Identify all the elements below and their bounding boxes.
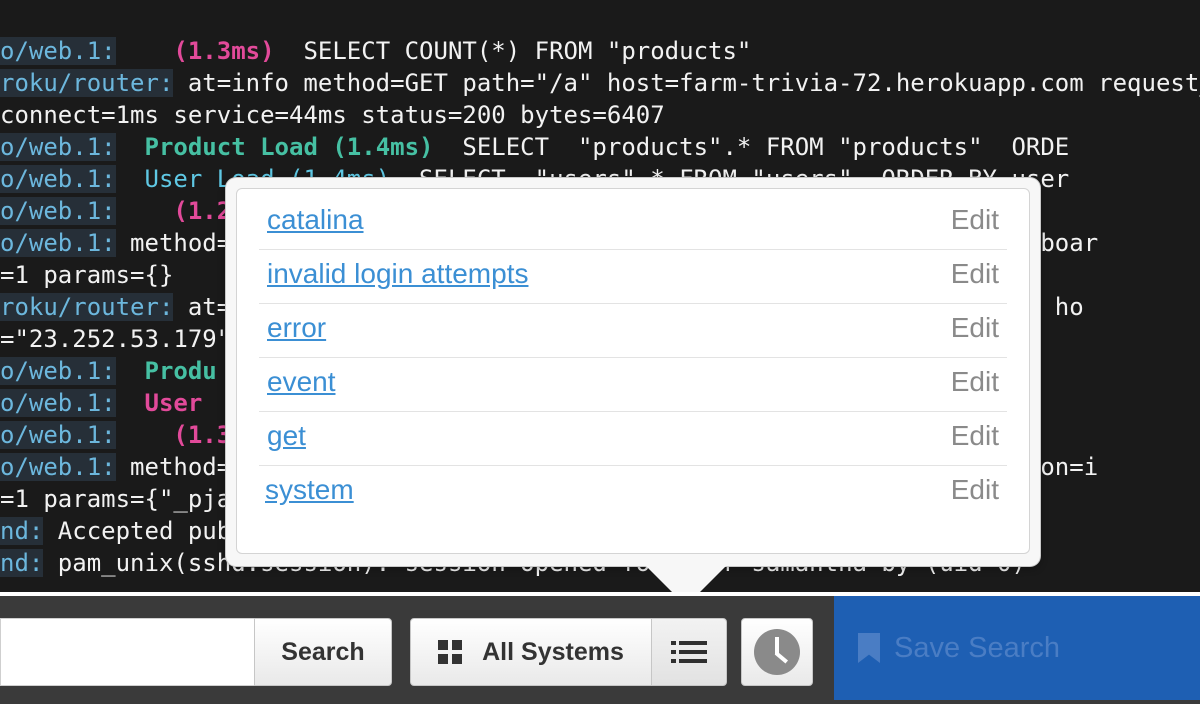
- log-source: o/web.1:: [0, 357, 116, 385]
- saved-search-link[interactable]: invalid login attempts: [267, 258, 528, 290]
- log-source: o/web.1:: [0, 37, 116, 65]
- log-text: =1 params={"_pja: [0, 485, 232, 513]
- log-line: nd: Accepted pub: [0, 515, 231, 547]
- saved-searches-popover: catalina Edit invalid login attempts Edi…: [226, 178, 1040, 566]
- log-text: connect=1ms service=44ms status=200 byte…: [0, 101, 665, 129]
- edit-link[interactable]: Edit: [951, 420, 999, 452]
- saved-search-link[interactable]: system: [265, 474, 354, 506]
- saved-search-row: event Edit: [259, 357, 1007, 412]
- log-line: o/web.1: (1.3: [0, 419, 231, 451]
- saved-search-row: get Edit: [259, 411, 1007, 466]
- log-source: o/web.1:: [0, 133, 116, 161]
- log-text: User: [144, 389, 203, 417]
- log-text: at=info method=GET path="/a" host=farm-t…: [173, 69, 1200, 97]
- log-text: (1.2: [173, 197, 232, 225]
- search-button[interactable]: Search: [254, 618, 392, 686]
- save-search-label: Save Search: [894, 631, 1061, 664]
- saved-search-link[interactable]: get: [267, 420, 306, 452]
- clock-icon: [754, 629, 800, 675]
- log-source: o/web.1:: [0, 165, 116, 193]
- log-text: (1.3ms): [173, 37, 275, 65]
- log-text: (1.3: [173, 421, 232, 449]
- search-button-label: Search: [281, 637, 365, 666]
- log-line: o/web.1: (1.2: [0, 195, 231, 227]
- saved-search-row: catalina Edit: [259, 195, 1007, 250]
- log-line: o/web.1: Product Load (1.4ms) SELECT "pr…: [0, 131, 1069, 163]
- edit-link[interactable]: Edit: [951, 204, 999, 236]
- log-text: =1 params={}: [0, 261, 174, 289]
- saved-search-link[interactable]: event: [267, 366, 336, 398]
- edit-link[interactable]: Edit: [951, 474, 999, 506]
- log-text: Produ: [144, 357, 217, 385]
- saved-search-row: system Edit: [259, 465, 1007, 519]
- saved-search-row: invalid login attempts Edit: [259, 249, 1007, 304]
- list-icon: [671, 641, 707, 663]
- log-line: roku/router: at=info method=GET path="/a…: [0, 67, 1200, 99]
- log-line: o/web.1: (1.3ms) SELECT COUNT(*) FROM "p…: [0, 35, 751, 67]
- log-text: ="23.252.53.179": [0, 325, 232, 353]
- saved-searches-button[interactable]: [651, 618, 727, 686]
- log-source: o/web.1:: [0, 197, 116, 225]
- edit-link[interactable]: Edit: [951, 258, 999, 290]
- search-input[interactable]: [0, 618, 254, 686]
- log-text: method=: [115, 453, 232, 481]
- log-text: SELECT COUNT(*) FROM "products": [274, 37, 752, 65]
- saved-searches-list: catalina Edit invalid login attempts Edi…: [236, 188, 1030, 554]
- search-toolbar: Search All Systems Save Search: [0, 592, 1200, 704]
- log-source: o/web.1:: [0, 229, 116, 257]
- log-line: connect=1ms service=44ms status=200 byte…: [0, 99, 665, 131]
- log-line: =1 params={"_pja: [0, 483, 231, 515]
- log-text: at=: [173, 293, 232, 321]
- log-source: roku/router:: [0, 69, 174, 97]
- log-text: method=: [115, 229, 232, 257]
- bookmark-icon: [858, 633, 880, 663]
- save-search-button[interactable]: Save Search: [834, 596, 1200, 700]
- log-text: SELECT "products".* FROM "products" ORDE: [433, 133, 1070, 161]
- log-source: nd:: [0, 549, 44, 577]
- log-source: o/web.1:: [0, 389, 116, 417]
- saved-search-link[interactable]: error: [267, 312, 326, 344]
- log-text: Accepted pub: [43, 517, 232, 545]
- saved-search-link[interactable]: catalina: [267, 204, 364, 236]
- log-source: nd:: [0, 517, 44, 545]
- log-source: o/web.1:: [0, 453, 116, 481]
- saved-search-row: error Edit: [259, 303, 1007, 358]
- edit-link[interactable]: Edit: [951, 312, 999, 344]
- history-button[interactable]: [741, 618, 813, 686]
- log-source: o/web.1:: [0, 421, 116, 449]
- all-systems-button[interactable]: All Systems: [410, 618, 652, 686]
- log-text: Product Load (1.4ms): [144, 133, 434, 161]
- grid-icon: [438, 640, 463, 664]
- log-line: =1 params={}: [0, 259, 173, 291]
- edit-link[interactable]: Edit: [951, 366, 999, 398]
- log-source: roku/router:: [0, 293, 174, 321]
- all-systems-label: All Systems: [482, 637, 624, 666]
